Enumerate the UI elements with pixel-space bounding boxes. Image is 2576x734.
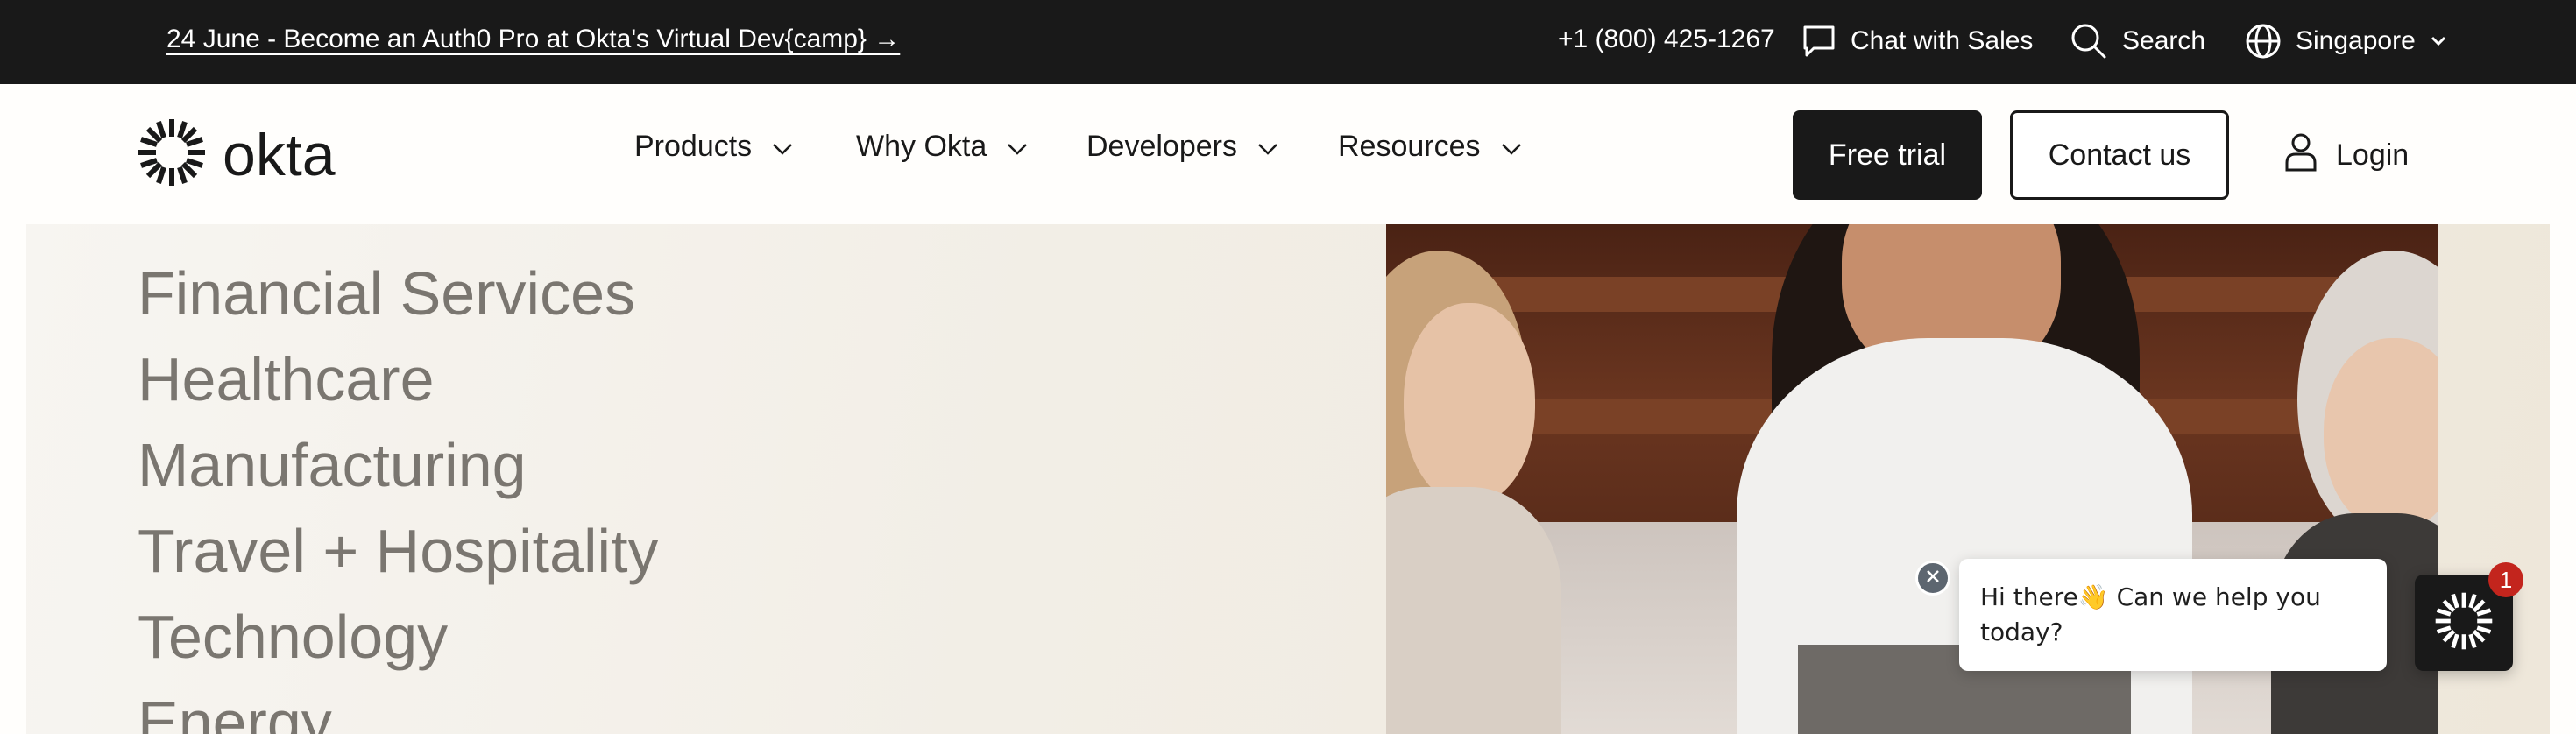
menu-products[interactable]: Products (634, 130, 794, 164)
okta-sunburst-logo-icon (137, 117, 207, 192)
chat-greeting-bubble[interactable]: Hi there👋 Can we help you today? (1959, 559, 2387, 671)
industry-link-financial-services[interactable]: Financial Services (138, 251, 659, 336)
search-label: Search (2122, 26, 2206, 55)
chat-unread-badge: 1 (2488, 562, 2523, 597)
chat-with-sales-link[interactable]: Chat with Sales (1801, 19, 2033, 63)
promo-link[interactable]: 24 June - Become an Auth0 Pro at Okta's … (166, 25, 900, 54)
top-utility-bar: 24 June - Become an Auth0 Pro at Okta's … (0, 0, 2576, 84)
menu-products-label: Products (634, 130, 753, 163)
chat-with-sales-label: Chat with Sales (1851, 26, 2034, 55)
okta-logo-link[interactable]: okta (137, 117, 336, 192)
main-navigation: okta Products Why Okta Developers Resour… (0, 84, 2576, 224)
industry-link-technology[interactable]: Technology (138, 594, 659, 680)
free-trial-button[interactable]: Free trial (1793, 110, 1982, 200)
chat-greeting-text: Hi there👋 Can we help you today? (1980, 582, 2321, 646)
photo-person-left-body (1386, 487, 1561, 734)
chevron-down-icon (2430, 35, 2447, 47)
industry-link-manufacturing[interactable]: Manufacturing (138, 422, 659, 508)
industry-list: Financial Services Healthcare Manufactur… (138, 251, 659, 734)
photo-person-left-face (1404, 303, 1535, 505)
region-label: Singapore (2296, 26, 2416, 55)
chevron-down-icon (1006, 130, 1029, 164)
menu-developers-label: Developers (1086, 130, 1237, 163)
industry-link-healthcare[interactable]: Healthcare (138, 336, 659, 422)
close-icon (1924, 568, 1942, 589)
chat-dismiss-button[interactable] (1915, 561, 1950, 596)
contact-us-button[interactable]: Contact us (2010, 110, 2229, 200)
industry-link-energy[interactable]: Energy (138, 680, 659, 734)
menu-resources[interactable]: Resources (1338, 130, 1523, 164)
chevron-down-icon (1256, 130, 1279, 164)
login-link[interactable]: Login (2283, 131, 2409, 180)
login-label: Login (2336, 138, 2410, 172)
okta-sunburst-logo-icon (2431, 588, 2497, 659)
menu-why-okta[interactable]: Why Okta (856, 130, 1029, 164)
chat-bubble-icon (1801, 24, 1836, 59)
phone-number-link[interactable]: +1 (800) 425-1267 (1558, 25, 1775, 54)
user-icon (2283, 131, 2318, 180)
menu-resources-label: Resources (1338, 130, 1481, 163)
search-icon (2070, 22, 2108, 60)
menu-why-okta-label: Why Okta (856, 130, 987, 163)
chevron-down-icon (771, 130, 794, 164)
search-button[interactable]: Search (2070, 19, 2205, 63)
menu-developers[interactable]: Developers (1086, 130, 1279, 164)
okta-wordmark: okta (223, 121, 336, 188)
industry-link-travel-hospitality[interactable]: Travel + Hospitality (138, 508, 659, 594)
globe-icon (2245, 23, 2282, 60)
chevron-down-icon (1500, 130, 1523, 164)
region-selector[interactable]: Singapore (2245, 19, 2447, 63)
